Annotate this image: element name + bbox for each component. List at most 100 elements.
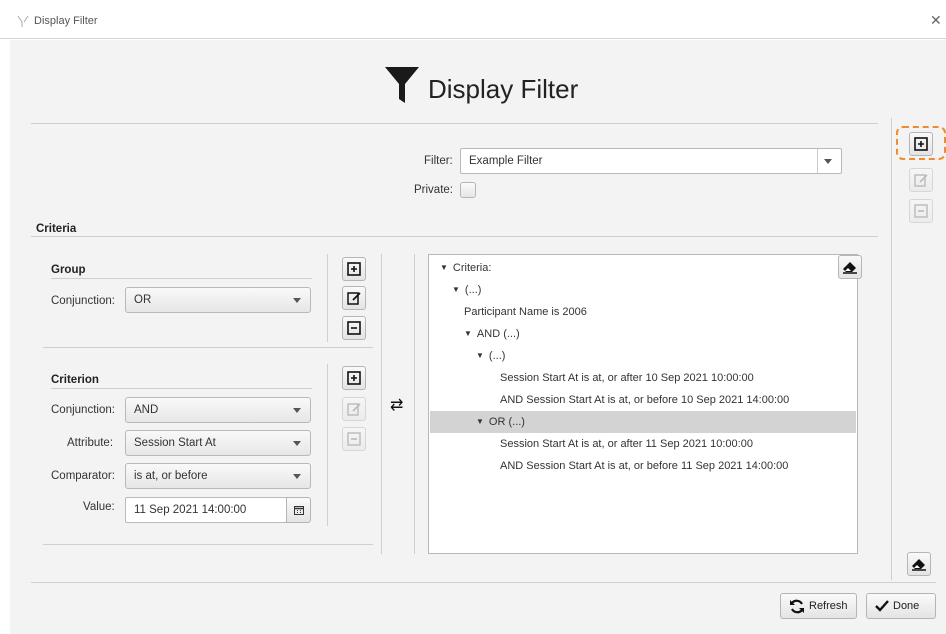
criterion-comparator-label: Comparator: — [51, 470, 115, 482]
calendar-icon — [293, 506, 304, 515]
expand-toggle-icon[interactable]: ▼ — [476, 351, 484, 360]
bottom-divider — [31, 582, 936, 583]
tree-row[interactable]: ▼ (...) — [430, 279, 856, 301]
funnel-icon — [385, 67, 419, 103]
tree-row[interactable]: Participant Name is 2006 — [430, 301, 856, 323]
right-toolbar-divider — [891, 118, 892, 580]
criterion-value-label: Value: — [83, 501, 115, 513]
tree-row-label: Participant Name is 2006 — [464, 306, 587, 318]
expand-toggle-icon[interactable]: ▼ — [464, 329, 472, 338]
check-icon — [875, 600, 889, 612]
criterion-conjunction-label: Conjunction: — [51, 404, 115, 416]
chevron-down-icon — [293, 408, 301, 413]
chevron-down-icon — [293, 474, 301, 479]
expand-toggle-icon[interactable]: ▼ — [452, 285, 460, 294]
tree-row[interactable]: ▼ OR (...) — [430, 411, 856, 433]
tree-row[interactable]: ▼ (...) — [430, 345, 856, 367]
filter-select-divider — [817, 149, 818, 173]
tree-row[interactable]: Session Start At is at, or after 11 Sep … — [430, 433, 856, 455]
plus-square-icon — [914, 137, 928, 151]
header-divider — [31, 123, 878, 124]
swap-icon[interactable]: ⇄ — [390, 395, 403, 415]
group-conjunction-select[interactable]: OR — [125, 287, 311, 313]
edit-icon — [347, 292, 361, 305]
page-title: Display Filter — [428, 74, 579, 104]
tree-row-label: (...) — [488, 350, 506, 362]
tree-row[interactable]: AND Session Start At is at, or before 10… — [430, 389, 856, 411]
window-titlebar: Display Filter ✕ — [0, 0, 946, 39]
criteria-divider — [31, 236, 878, 237]
remove-group-button[interactable] — [342, 316, 366, 340]
criterion-attribute-select[interactable]: Session Start At — [125, 430, 311, 456]
filter-label: Filter: — [424, 155, 453, 167]
edit-icon — [347, 403, 361, 416]
remove-filter-button[interactable] — [909, 199, 933, 223]
group-title: Group — [51, 264, 86, 276]
group-divider — [51, 278, 312, 279]
group-conjunction-label: Conjunction: — [51, 295, 115, 307]
private-checkbox[interactable] — [460, 182, 476, 198]
tree-row-label: AND Session Start At is at, or before 11… — [500, 460, 789, 472]
refresh-icon — [790, 599, 804, 613]
refresh-button[interactable]: Refresh — [780, 593, 857, 619]
clear-criteria-button[interactable] — [838, 255, 862, 279]
done-button[interactable]: Done — [866, 593, 936, 619]
private-label: Private: — [414, 184, 453, 196]
criteria-tree[interactable]: ▼ Criteria: ▼ (...) Participant Name is 2006… — [428, 254, 858, 554]
criterion-conjunction-value: AND — [134, 404, 159, 416]
tree-row-label: (...) — [464, 284, 482, 296]
tree-row[interactable]: Session Start At is at, or after 10 Sep … — [430, 367, 856, 389]
criterion-value-input[interactable]: 11 Sep 2021 14:00:00 — [125, 497, 287, 523]
criterion-bottom-divider — [43, 544, 373, 545]
tree-row-label: Criteria: — [452, 262, 492, 274]
chevron-down-icon — [293, 441, 301, 446]
criteria-title: Criteria — [36, 223, 77, 235]
criterion-comparator-select[interactable]: is at, or before — [125, 463, 311, 489]
middle-left-divider — [381, 254, 382, 554]
plus-square-icon — [347, 262, 361, 276]
add-filter-button[interactable] — [909, 132, 933, 156]
clear-all-button[interactable] — [907, 552, 931, 576]
tree-row-label: AND Session Start At is at, or before 10… — [500, 394, 790, 406]
tree-row-label: Session Start At is at, or after 10 Sep … — [500, 372, 754, 384]
chevron-down-icon — [293, 298, 301, 303]
middle-right-divider — [414, 254, 415, 554]
expand-toggle-icon[interactable]: ▼ — [440, 263, 448, 272]
done-label: Done — [893, 600, 920, 612]
plus-square-icon — [347, 371, 361, 385]
edit-criterion-button[interactable] — [342, 397, 366, 421]
criterion-attribute-value: Session Start At — [134, 437, 216, 449]
group-buttons-divider — [327, 254, 328, 342]
eraser-icon — [912, 559, 926, 571]
tree-row-label: OR (...) — [488, 416, 525, 428]
add-group-button[interactable] — [342, 257, 366, 281]
expand-toggle-icon[interactable]: ▼ — [476, 417, 484, 426]
criterion-conjunction-select[interactable]: AND — [125, 397, 311, 423]
criterion-attribute-label: Attribute: — [67, 437, 114, 449]
date-picker-button[interactable] — [286, 497, 311, 523]
criterion-value-text: 11 Sep 2021 14:00:00 — [134, 504, 247, 516]
edit-filter-button[interactable] — [909, 168, 933, 192]
eraser-icon — [843, 262, 857, 274]
edit-icon — [914, 174, 928, 187]
filter-select[interactable]: Example Filter — [460, 148, 842, 174]
app-icon — [17, 15, 29, 27]
minus-square-icon — [914, 204, 928, 218]
chevron-down-icon — [824, 159, 832, 164]
tree-row[interactable]: AND Session Start At is at, or before 11… — [430, 455, 856, 477]
window-title: Display Filter — [34, 15, 98, 27]
close-icon[interactable]: ✕ — [930, 12, 942, 29]
filter-value: Example Filter — [469, 155, 543, 167]
criterion-divider — [51, 388, 312, 389]
tree-row-label: Session Start At is at, or after 11 Sep … — [500, 438, 753, 450]
edit-group-button[interactable] — [342, 286, 366, 310]
remove-criterion-button[interactable] — [342, 427, 366, 451]
minus-square-icon — [347, 432, 361, 446]
group-conjunction-value: OR — [134, 294, 152, 306]
add-criterion-button[interactable] — [342, 366, 366, 390]
minus-square-icon — [347, 321, 361, 335]
tree-row[interactable]: ▼ AND (...) — [430, 323, 856, 345]
refresh-label: Refresh — [809, 600, 848, 612]
group-criterion-divider — [43, 347, 373, 348]
tree-row[interactable]: ▼ Criteria: — [430, 257, 856, 279]
